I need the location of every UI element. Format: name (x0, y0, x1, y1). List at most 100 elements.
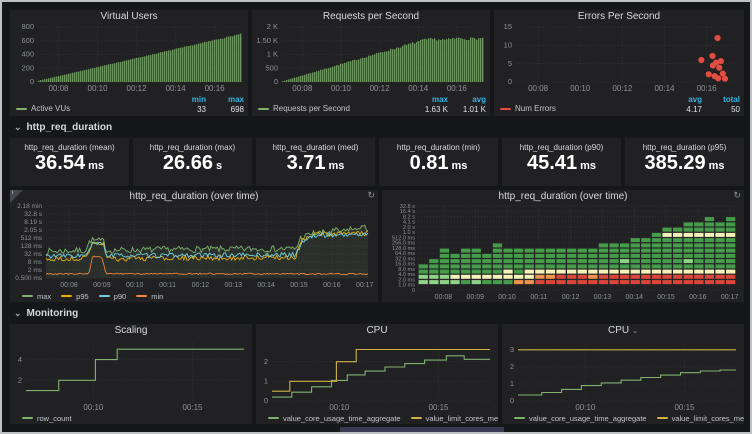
svg-text:8.0 ms: 8.0 ms (398, 267, 415, 273)
stat-unit: ms (329, 160, 345, 172)
svg-text:00:11: 00:11 (530, 294, 547, 301)
svg-text:4: 4 (18, 355, 22, 364)
legend-item[interactable]: value_core_usage_time_aggregate (514, 414, 647, 423)
legend-stat-header[interactable]: total (702, 95, 740, 104)
row-header-label: Monitoring (27, 308, 79, 319)
http-req-duration-heatmap-chart[interactable]: 01.0 ms2.0 ms4.0 ms8.0 ms16.0 ms32.0 ms6… (382, 203, 744, 302)
legend-series-item[interactable]: Active VUs (16, 104, 70, 113)
svg-text:0: 0 (264, 396, 268, 405)
panel-title[interactable]: http_req_duration (over time) (382, 190, 744, 203)
svg-text:1.50 K: 1.50 K (256, 36, 278, 45)
stat-title[interactable]: http_req_duration (med) (273, 143, 359, 152)
stat-value: 36.54ms (35, 152, 104, 186)
panel-virtual-users: Virtual Users 020040060080000:0800:1000:… (10, 10, 248, 116)
legend-label: value_limit_cores_mean_aggregate (672, 414, 744, 423)
svg-text:00:14: 00:14 (408, 84, 429, 93)
stat-number: 3.71 (287, 152, 326, 175)
legend-series-item[interactable]: Requests per Second (258, 104, 350, 113)
stat-title[interactable]: http_req_duration (max) (150, 143, 235, 152)
svg-text:00:10: 00:10 (575, 403, 596, 412)
svg-text:16.0 ms: 16.0 ms (395, 262, 415, 268)
svg-text:00:12: 00:12 (562, 294, 580, 301)
stat-title[interactable]: http_req_duration (p90) (520, 143, 604, 152)
panel-title[interactable]: Scaling (10, 324, 252, 337)
panel-title[interactable]: http_req_duration (over time) (10, 190, 378, 203)
errors-per-second-legend: avgtotal4.1750Num Errors (494, 94, 744, 116)
svg-text:00:10: 00:10 (498, 294, 516, 301)
legend-item[interactable]: p90 (99, 292, 127, 301)
svg-text:00:15: 00:15 (290, 282, 308, 289)
refresh-icon[interactable]: ↻ (367, 190, 375, 201)
legend-item[interactable]: min (136, 292, 163, 301)
svg-text:10: 10 (504, 41, 512, 50)
series-color-swatch (16, 108, 27, 110)
stat-unit: ms (580, 160, 596, 172)
svg-text:0: 0 (510, 396, 514, 405)
legend-label: p95 (76, 292, 89, 301)
errors-per-second-chart[interactable]: 05101500:0800:1000:1200:1400:16 (494, 23, 744, 94)
svg-text:64.0 ms: 64.0 ms (395, 251, 415, 257)
legend-item[interactable]: value_limit_cores_mean_aggregate (411, 414, 498, 423)
legend-item[interactable]: max (22, 292, 51, 301)
svg-text:2: 2 (18, 375, 22, 384)
virtual-users-chart[interactable]: 020040060080000:0800:1000:1200:1400:16 (10, 23, 248, 94)
legend-stat-header[interactable]: avg (448, 95, 486, 104)
svg-text:4.0 ms: 4.0 ms (398, 272, 415, 278)
panel-title[interactable]: Requests per Second (252, 10, 490, 23)
panel-menu-caret-icon[interactable]: ⌄ (632, 328, 638, 335)
http-req-duration-line-chart[interactable]: 0.500 ms2 ms8 ms32 ms128 ms512 ms2.05 s8… (10, 203, 378, 290)
row-header-http-req-duration[interactable]: ⌄ http_req_duration (10, 120, 744, 134)
panel-title[interactable]: CPU (256, 324, 498, 337)
series-color-swatch (411, 417, 422, 419)
panel-title[interactable]: Errors Per Second (494, 10, 744, 23)
legend-label: min (151, 292, 163, 301)
svg-text:00:15: 00:15 (657, 294, 675, 301)
svg-text:2 K: 2 K (267, 23, 278, 31)
row-header-monitoring[interactable]: ⌄ Monitoring (10, 306, 744, 320)
legend-item[interactable]: p95 (61, 292, 89, 301)
legend-item[interactable]: row_count (22, 414, 72, 423)
stat-panel-6: http_req_duration (p95)385.29ms (625, 138, 744, 186)
legend-label: p90 (114, 292, 127, 301)
stat-panel-5: http_req_duration (p90)45.41ms (502, 138, 621, 186)
series-color-swatch (500, 108, 511, 110)
bottom-scrollbar[interactable] (340, 427, 504, 432)
panel-errors-per-second: Errors Per Second 05101500:0800:1000:120… (494, 10, 744, 116)
legend-series-item[interactable]: Num Errors (500, 104, 556, 113)
legend-item[interactable]: value_limit_cores_mean_aggregate (657, 414, 744, 423)
stat-number: 385.29 (644, 152, 705, 175)
stat-title[interactable]: http_req_duration (mean) (24, 143, 114, 152)
svg-text:00:12: 00:12 (370, 84, 391, 93)
panel-scaling: Scaling 2400:1000:15 row_count (10, 324, 252, 424)
svg-text:8.19 s: 8.19 s (24, 219, 42, 226)
series-color-swatch (136, 295, 147, 297)
legend-label: max (37, 292, 51, 301)
scaling-chart[interactable]: 2400:1000:15 (10, 337, 252, 412)
legend-stat-header[interactable]: max (410, 95, 448, 104)
cpu-2-chart[interactable]: 012300:1000:15 (502, 337, 744, 412)
dashboard-grid: Virtual Users 020040060080000:0800:1000:… (10, 10, 744, 424)
stat-value: 3.71ms (287, 152, 345, 186)
legend-stat-header[interactable]: min (168, 95, 206, 104)
refresh-icon[interactable]: ↻ (733, 190, 741, 201)
requests-per-second-chart[interactable]: 05001 K1.50 K2 K00:0800:1000:1200:1400:1… (252, 23, 490, 94)
legend-stat-value: 1.01 K (448, 105, 486, 114)
panel-title[interactable]: Virtual Users (10, 10, 248, 23)
svg-text:00:12: 00:12 (612, 84, 633, 93)
svg-text:00:08: 00:08 (48, 84, 69, 93)
svg-text:00:15: 00:15 (428, 403, 449, 412)
legend-stat-header[interactable]: max (206, 95, 244, 104)
panel-title[interactable]: CPU⌄ (502, 324, 744, 337)
top-row: Virtual Users 020040060080000:0800:1000:… (10, 10, 744, 116)
svg-text:32.8 s: 32.8 s (24, 211, 42, 218)
legend-item[interactable]: value_core_usage_time_aggregate (268, 414, 401, 423)
stats-row: http_req_duration (mean)36.54ms http_req_… (10, 138, 744, 186)
stat-title[interactable]: http_req_duration (p95) (643, 143, 727, 152)
cpu-1-chart[interactable]: 01200:1000:15 (256, 337, 498, 412)
svg-text:0.500 ms: 0.500 ms (15, 275, 42, 282)
svg-text:00:10: 00:10 (88, 84, 109, 93)
svg-text:00:11: 00:11 (159, 282, 176, 289)
stat-title[interactable]: http_req_duration (min) (397, 143, 480, 152)
legend-stat-header[interactable]: avg (664, 95, 702, 104)
legend-label: value_core_usage_time_aggregate (529, 414, 647, 423)
